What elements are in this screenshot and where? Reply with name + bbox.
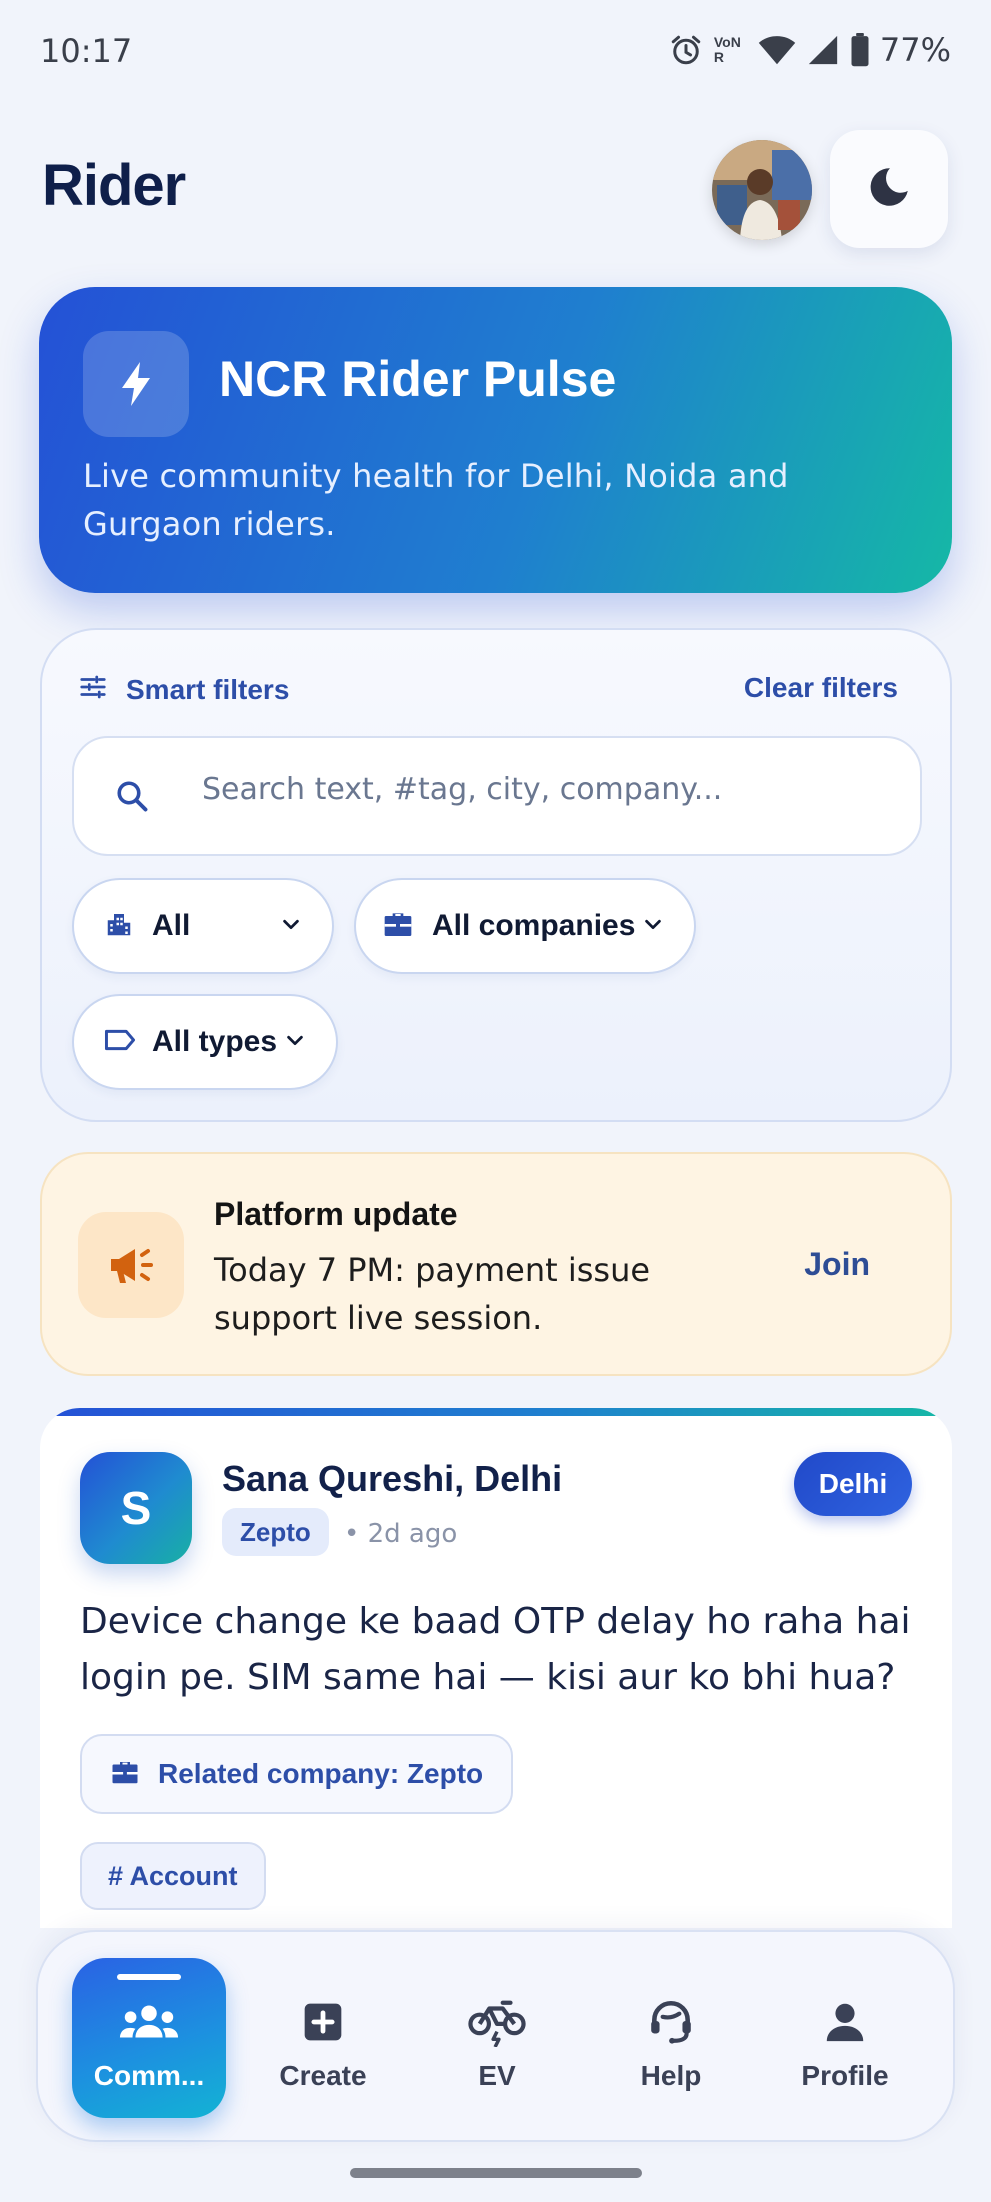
ev-bike-icon	[468, 1996, 526, 2048]
support-agent-icon	[646, 1996, 696, 2048]
status-bar: 10:17 VoNR 77%	[0, 0, 991, 100]
nav-label: EV	[478, 2060, 516, 2091]
filters-header: Smart filters	[78, 672, 289, 707]
search-input[interactable]	[202, 772, 882, 807]
company-filter-value: All companies	[432, 909, 636, 942]
moon-icon	[866, 164, 912, 215]
hero-banner: NCR Rider Pulse Live community health fo…	[39, 287, 952, 593]
type-filter-value: All types	[152, 1025, 278, 1058]
profile-avatar[interactable]	[712, 140, 812, 240]
bolt-icon	[83, 331, 189, 437]
nav-ev[interactable]: EV	[420, 1958, 574, 2118]
label-icon	[104, 1028, 136, 1057]
status-icons: VoNR 77%	[668, 30, 951, 70]
city-filter-dropdown[interactable]: All	[72, 878, 334, 974]
briefcase-icon	[110, 1758, 140, 1791]
nav-label: Profile	[801, 2060, 889, 2091]
chevron-down-icon	[642, 913, 664, 940]
type-filter-dropdown[interactable]: All types	[72, 994, 338, 1090]
company-filter-dropdown[interactable]: All companies	[354, 878, 696, 974]
person-icon	[822, 1996, 868, 2048]
battery-icon	[850, 33, 870, 67]
post-accent-bar	[40, 1408, 952, 1416]
dark-mode-toggle[interactable]	[830, 130, 948, 248]
status-time: 10:17	[40, 32, 133, 70]
home-indicator[interactable]	[350, 2168, 642, 2178]
vonr-label: VoNR	[713, 34, 741, 65]
nav-label: Help	[640, 2060, 702, 2091]
city-icon	[104, 909, 134, 944]
tag-label: # Account	[108, 1860, 238, 1891]
signal-icon	[806, 33, 840, 67]
nav-label: Comm...	[93, 2060, 205, 2091]
tag-chip[interactable]: # Account	[80, 1842, 266, 1910]
company-badge: Zepto	[222, 1508, 329, 1556]
update-text: Today 7 PM: payment issue support live s…	[214, 1251, 651, 1337]
search-box[interactable]	[72, 736, 922, 856]
platform-update-card: Platform update Today 7 PM: payment issu…	[40, 1152, 952, 1376]
author-avatar: S	[80, 1452, 192, 1564]
update-title: Platform update	[214, 1196, 458, 1232]
alarm-icon	[668, 32, 704, 68]
page-title: Rider	[42, 153, 186, 218]
filters-title: Smart filters	[126, 673, 290, 705]
post-body: Device change ke baad OTP delay ho raha …	[80, 1601, 911, 1698]
nav-profile[interactable]: Profile	[768, 1958, 922, 2118]
city-badge: Delhi	[794, 1452, 912, 1516]
active-indicator	[117, 1974, 181, 1980]
related-company-label: Related company: Zepto	[158, 1758, 484, 1789]
briefcase-icon	[382, 909, 414, 944]
post-card[interactable]: S Sana Qureshi, Delhi Zepto • 2d ago Del…	[40, 1408, 952, 1928]
join-button[interactable]: Join	[804, 1246, 870, 1283]
city-filter-value: All	[152, 909, 191, 942]
tune-icon	[78, 672, 108, 707]
chevron-down-icon	[284, 1029, 306, 1056]
nav-create[interactable]: Create	[246, 1958, 400, 2118]
hero-title: NCR Rider Pulse	[219, 351, 617, 407]
community-icon	[118, 1996, 180, 2048]
add-box-icon	[301, 1996, 345, 2048]
nav-community[interactable]: Comm...	[72, 1958, 226, 2118]
clear-filters-button[interactable]: Clear filters	[744, 672, 898, 704]
battery-percent: 77%	[879, 31, 951, 69]
post-author: Sana Qureshi, Delhi	[222, 1458, 563, 1499]
vonr-icon: VoNR	[714, 35, 748, 65]
wifi-icon	[758, 33, 796, 67]
smart-filters-card: Smart filters Clear filters All All comp…	[40, 628, 952, 1122]
post-time: • 2d ago	[344, 1519, 458, 1549]
nav-help[interactable]: Help	[594, 1958, 748, 2118]
related-company-chip[interactable]: Related company: Zepto	[80, 1734, 514, 1814]
megaphone-icon	[78, 1212, 184, 1318]
search-icon	[114, 778, 150, 819]
bottom-nav: Comm... Create EV Help Profile	[36, 1930, 955, 2142]
chevron-down-icon	[280, 913, 302, 940]
nav-label: Create	[279, 2060, 367, 2091]
hero-subtitle: Live community health for Delhi, Noida a…	[83, 457, 789, 543]
